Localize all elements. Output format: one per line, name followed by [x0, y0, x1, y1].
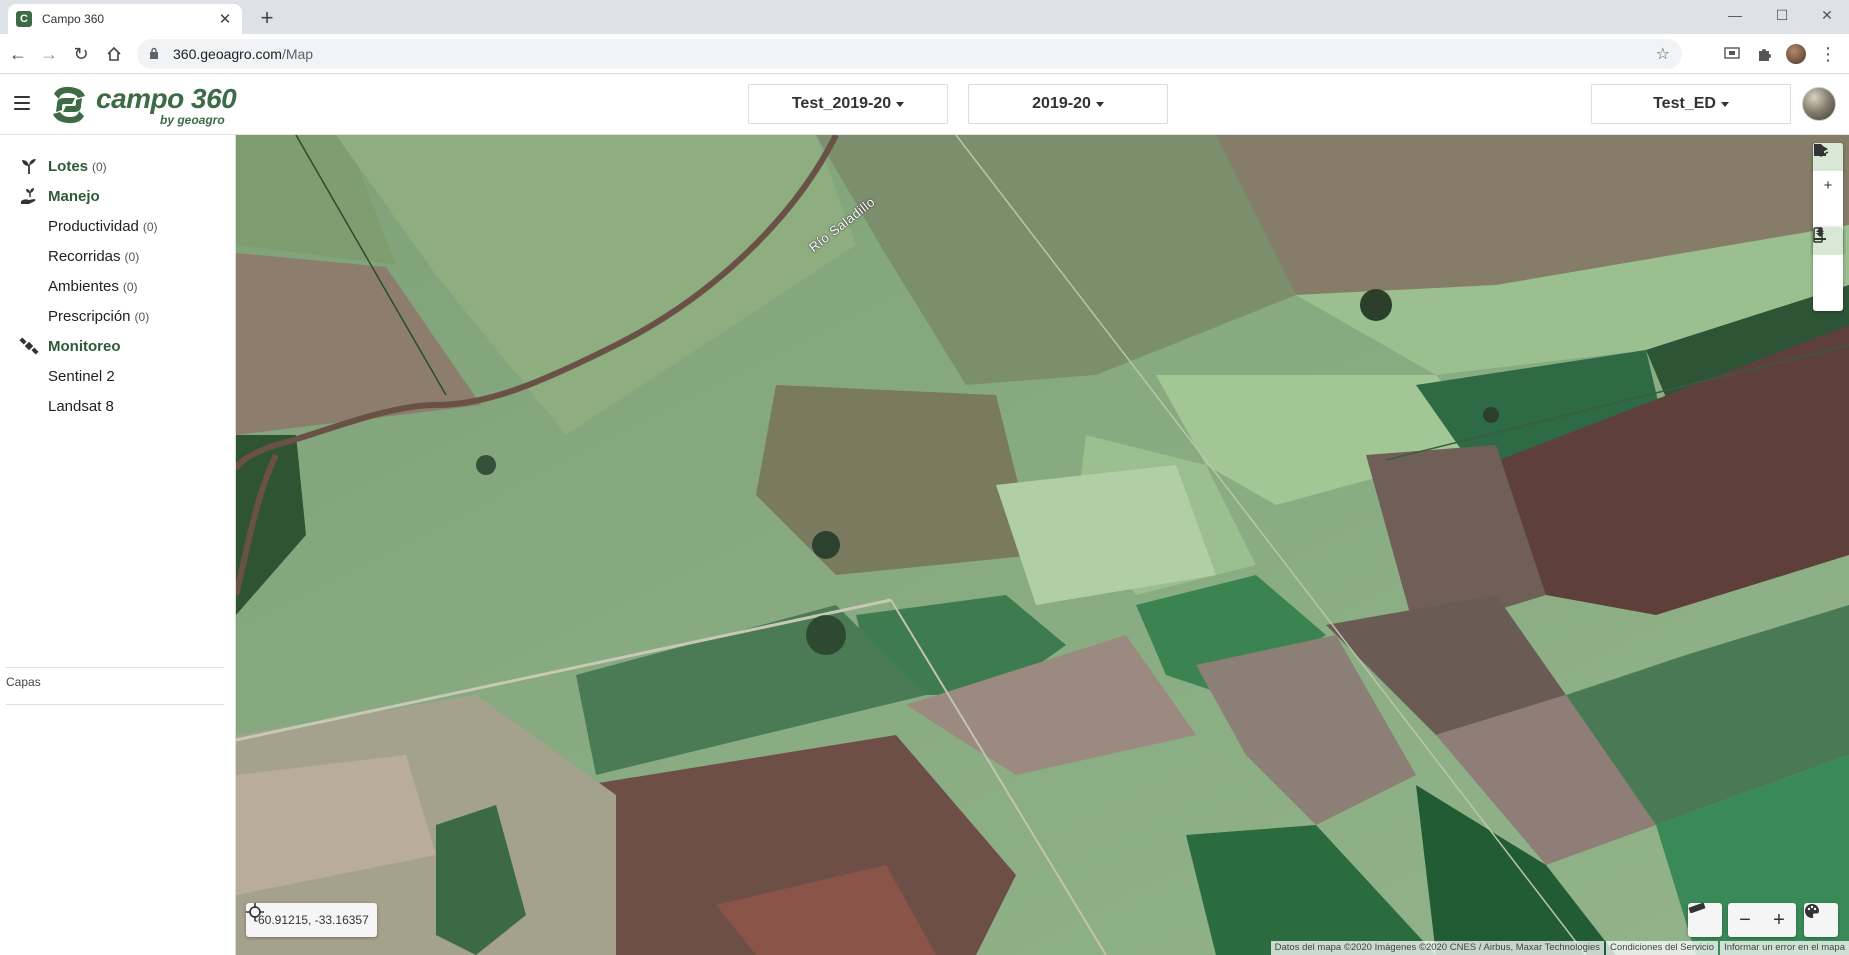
lock-icon	[149, 47, 165, 62]
report-error-link[interactable]: Informar un error en el mapa	[1720, 941, 1849, 955]
browser-menu-icon[interactable]: ⋮	[1816, 42, 1840, 66]
home-icon[interactable]	[102, 42, 126, 66]
zoom-in-button[interactable]: +	[1762, 903, 1796, 937]
browser-tabstrip: C Campo 360 ✕ + — ☐ ✕	[0, 0, 1849, 34]
extensions-puzzle-icon[interactable]	[1752, 42, 1776, 66]
hamburger-menu-icon[interactable]	[14, 96, 30, 110]
app-header: campo 360 by geoagro Test_2019-20 2019-2…	[0, 74, 1849, 135]
forward-icon[interactable]: →	[37, 42, 61, 66]
zoom-controls: − +	[1728, 903, 1796, 937]
close-window-icon[interactable]: ✕	[1805, 0, 1849, 30]
sidebar-item-recorridas[interactable]: Recorridas (0)	[0, 243, 236, 269]
sidebar-item-prescripcion[interactable]: Prescripción (0)	[0, 303, 236, 329]
divider	[6, 667, 224, 668]
campo360-logo[interactable]: campo 360 by geoagro	[48, 82, 237, 128]
campo360-favicon-icon: C	[16, 11, 32, 27]
ruler-tool	[1688, 903, 1722, 937]
address-bar[interactable]: 360.geoagro.com/Map ☆	[137, 39, 1682, 69]
sidebar-label-sentinel: Sentinel 2	[48, 367, 115, 385]
sidebar-label-manejo: Manejo	[48, 187, 100, 205]
sidebar-item-lotes[interactable]: Lotes (0)	[0, 153, 236, 179]
sidebar-item-landsat[interactable]: Landsat 8	[0, 393, 236, 419]
upload-icon[interactable]	[1813, 228, 1843, 283]
add-icon[interactable]: +	[1813, 171, 1843, 199]
browser-tab[interactable]: C Campo 360 ✕	[8, 4, 242, 34]
sidebar-label-prescripcion: Prescripción	[48, 307, 131, 325]
logo-name: campo 360	[96, 82, 237, 114]
upload-icon[interactable]	[1813, 144, 1843, 227]
reload-icon[interactable]: ↻	[69, 42, 93, 66]
productividad-count: (0)	[142, 219, 158, 234]
bookmark-star-icon[interactable]: ☆	[1656, 44, 1670, 64]
ruler-icon[interactable]	[1688, 903, 1722, 937]
palette-icon[interactable]	[1804, 903, 1838, 937]
sidebar-label-lotes: Lotes	[48, 157, 89, 175]
url-host: 360.geoagro.com	[173, 46, 282, 62]
ambientes-count: (0)	[122, 279, 138, 294]
satellite-icon	[19, 337, 39, 355]
recorridas-count: (0)	[124, 249, 140, 264]
hand-plant-icon	[21, 188, 36, 204]
sidebar-label-productividad: Productividad	[48, 217, 139, 235]
url-text: 360.geoagro.com/Map	[173, 46, 313, 62]
season-selector-label: 2019-20	[1032, 95, 1091, 112]
sidebar-item-productividad[interactable]: Productividad (0)	[0, 213, 236, 239]
sidebar-item-ambientes[interactable]: Ambientes (0)	[0, 273, 236, 299]
new-tab-button[interactable]: +	[255, 6, 279, 30]
project-selector-label: Test_2019-20	[791, 95, 892, 112]
maximize-window-icon[interactable]: ☐	[1760, 0, 1804, 30]
attribution-data: Datos del mapa ©2020 Imágenes ©2020 CNES…	[1270, 941, 1605, 955]
terms-link[interactable]: Condiciones del Servicio	[1606, 941, 1719, 955]
browser-toolbar: ← → ↻ 360.geoagro.com/Map ☆ ⋮	[0, 34, 1849, 74]
url-path: /Map	[281, 46, 314, 62]
project-selector[interactable]: Test_2019-20	[748, 84, 948, 124]
sidebar-item-sentinel[interactable]: Sentinel 2	[0, 363, 236, 389]
cast-icon[interactable]	[1720, 42, 1744, 66]
sprout-icon	[22, 159, 36, 174]
coordinates-text: -60.91215, -33.16357	[254, 913, 369, 927]
back-icon[interactable]: ←	[6, 42, 30, 66]
user-avatar[interactable]	[1802, 87, 1836, 121]
logo-tagline: by geoagro	[160, 112, 225, 127]
tab-title: Campo 360	[42, 12, 105, 26]
tab-close-icon[interactable]: ✕	[216, 10, 234, 28]
sidebar-label-monitoreo: Monitoreo	[48, 337, 121, 355]
sidebar-item-manejo[interactable]: Manejo	[0, 183, 236, 209]
prescripcion-count: (0)	[134, 309, 150, 324]
satellite-map[interactable]: Río Saladillo + -60.91215, -33.16357 − +…	[236, 135, 1849, 955]
crosshair-icon[interactable]	[246, 903, 264, 921]
profile-avatar[interactable]	[1784, 42, 1808, 66]
sidebar-item-monitoreo[interactable]: Monitoreo	[0, 333, 236, 359]
capas-heading: Capas	[6, 675, 41, 689]
caret-down-icon	[1095, 101, 1104, 107]
minimize-window-icon[interactable]: —	[1713, 0, 1757, 30]
season-selector[interactable]: 2019-20	[968, 84, 1168, 124]
caret-down-icon	[1720, 101, 1729, 107]
coordinates-readout: -60.91215, -33.16357	[246, 903, 377, 937]
divider	[6, 704, 224, 705]
palette-tool	[1804, 903, 1838, 937]
sidebar-label-ambientes: Ambientes	[48, 277, 119, 295]
lotes-count: (0)	[92, 159, 107, 174]
map-device-tools	[1813, 227, 1843, 311]
account-selector[interactable]: Test_ED	[1591, 84, 1791, 124]
map-attribution: Datos del mapa ©2020 Imágenes ©2020 CNES…	[1269, 941, 1849, 955]
caret-down-icon	[896, 101, 905, 107]
zoom-out-button[interactable]: −	[1728, 903, 1762, 937]
sidebar-label-recorridas: Recorridas	[48, 247, 121, 265]
satellite-imagery	[236, 135, 1849, 955]
sidebar-label-landsat: Landsat 8	[48, 397, 114, 415]
sidebar: Lotes (0) Manejo Productividad (0) Recorri…	[0, 135, 236, 955]
campo360-logo-icon	[53, 86, 85, 124]
download-icon[interactable]	[1813, 228, 1843, 311]
account-selector-label: Test_ED	[1653, 95, 1716, 112]
